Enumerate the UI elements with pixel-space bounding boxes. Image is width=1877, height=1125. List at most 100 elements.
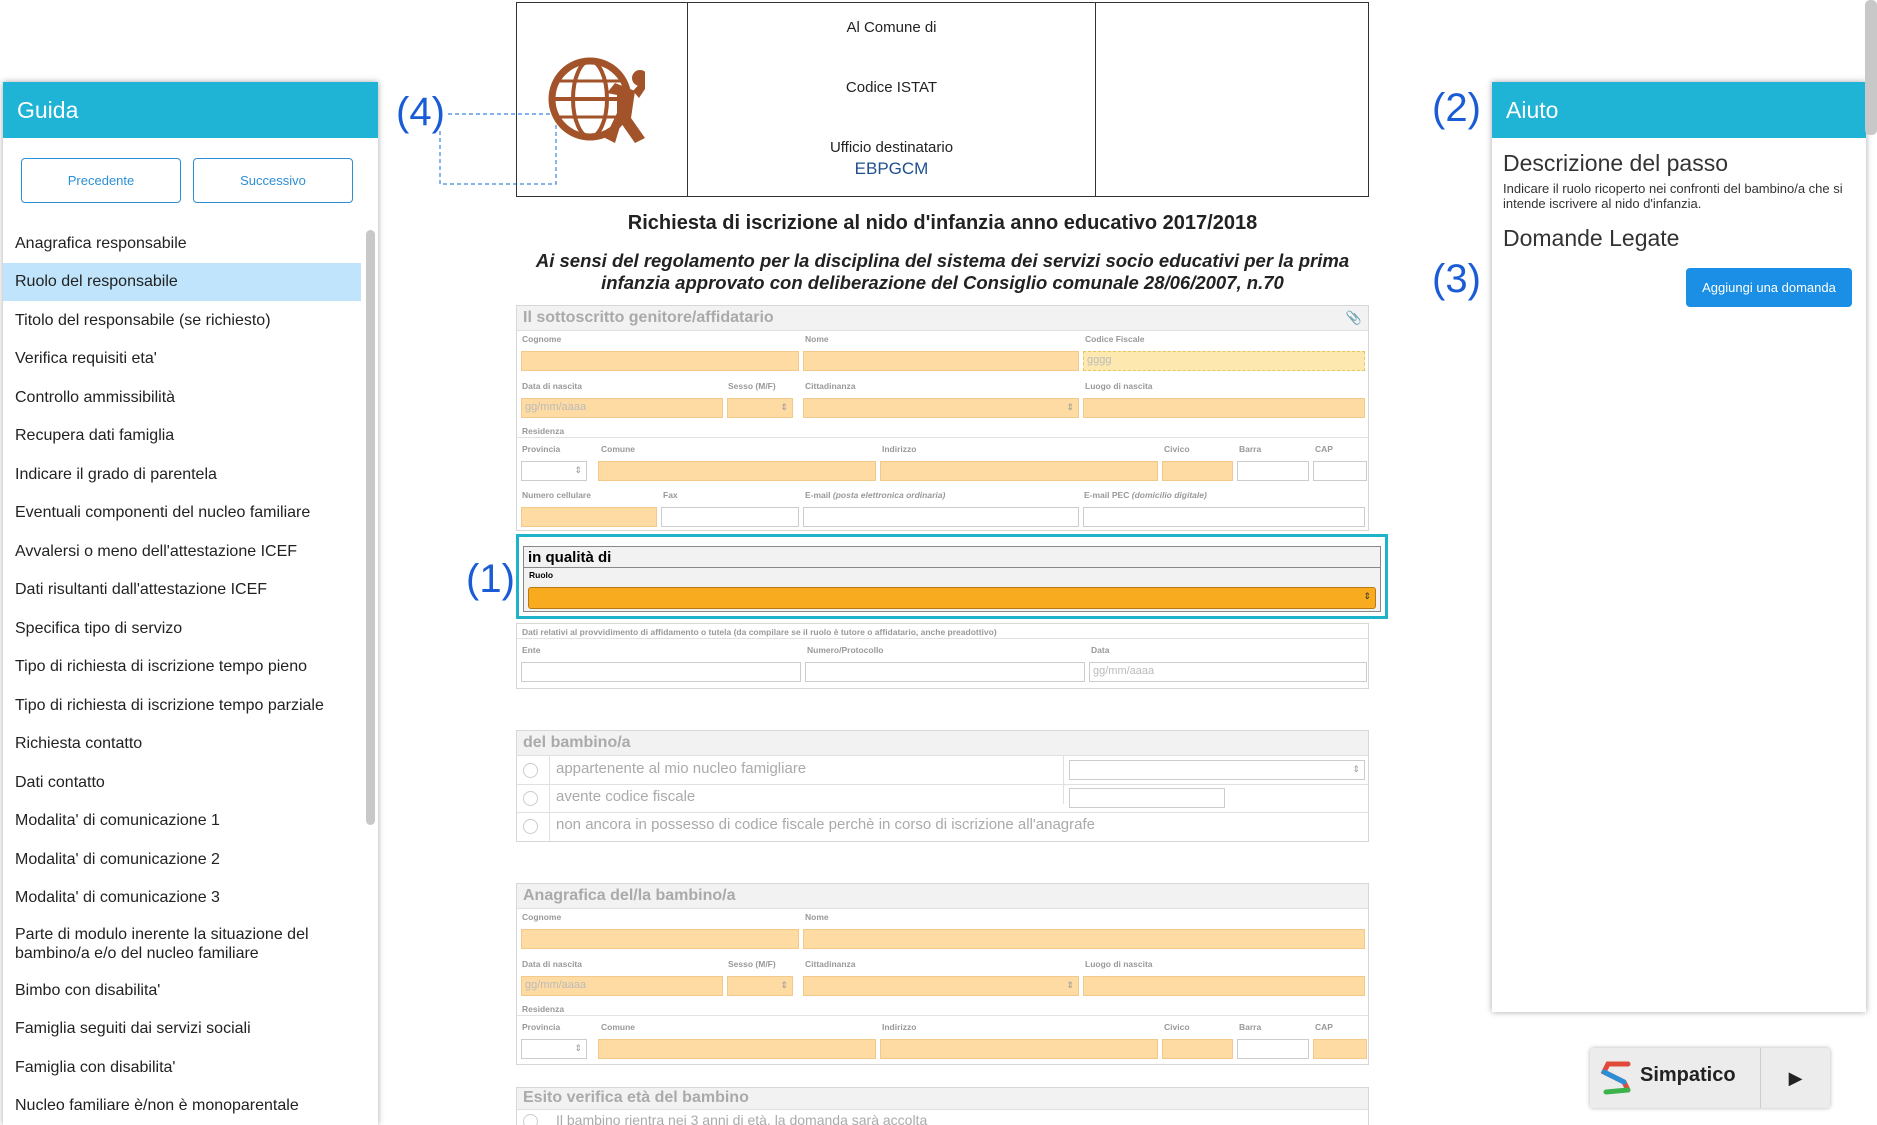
- label-comune: Comune: [601, 1022, 635, 1032]
- label-civico: Civico: [1164, 444, 1190, 454]
- ente-input[interactable]: [521, 662, 801, 682]
- comune-input[interactable]: [598, 461, 876, 481]
- marker-2: (2): [1432, 86, 1481, 130]
- guida-panel: Guida Precedente Successivo Anagrafica r…: [3, 82, 378, 1125]
- child-indirizzo-input[interactable]: [880, 1039, 1158, 1059]
- provincia-select[interactable]: ⇕: [521, 461, 587, 481]
- child-provincia-select[interactable]: ⇕: [521, 1039, 587, 1059]
- cf-input[interactable]: gggg: [1083, 351, 1365, 371]
- step-item[interactable]: Famiglia seguiti dai servizi sociali: [3, 1010, 363, 1049]
- step-item[interactable]: Nucleo familiare è/non è monoparentale: [3, 1087, 363, 1125]
- step-item[interactable]: Modalita' di comunicazione 1: [3, 802, 363, 841]
- step-item[interactable]: Bimbo con disabilita': [3, 971, 363, 1010]
- cap-input[interactable]: [1313, 461, 1367, 481]
- data-input[interactable]: gg/mm/aaaa: [1089, 662, 1367, 682]
- nome-input[interactable]: [803, 351, 1079, 371]
- child-cittadinanza-select[interactable]: ⇕: [803, 976, 1079, 996]
- step-item[interactable]: Dati contatto: [3, 763, 363, 802]
- cognome-input[interactable]: [521, 351, 799, 371]
- email-input[interactable]: [803, 507, 1079, 527]
- label-ente: Ente: [522, 645, 541, 655]
- barra-input[interactable]: [1237, 461, 1309, 481]
- radio-nucleo[interactable]: [523, 763, 538, 778]
- logo-cell: [517, 3, 688, 196]
- step-item[interactable]: Modalita' di comunicazione 3: [3, 879, 363, 918]
- cittadinanza-select[interactable]: ⇕: [803, 398, 1079, 418]
- step-item[interactable]: Eventuali componenti del nucleo familiar…: [3, 494, 363, 533]
- radio-esito[interactable]: [523, 1114, 538, 1125]
- cellulare-input[interactable]: [521, 507, 657, 527]
- ruolo-select[interactable]: ⇕: [528, 587, 1376, 609]
- marker-1: (1): [466, 557, 515, 601]
- radio-no-codice[interactable]: [523, 819, 538, 834]
- ruolo-highlight: in qualità di Ruolo ⇕: [516, 534, 1388, 619]
- child-cap-input[interactable]: [1313, 1039, 1367, 1059]
- section-title: Esito verifica età del bambino: [517, 1088, 1368, 1110]
- label-fax: Fax: [663, 490, 678, 500]
- codice-fiscale-input[interactable]: [1069, 788, 1225, 808]
- step-item-active[interactable]: Ruolo del responsabile: [3, 262, 361, 301]
- label-cap: CAP: [1315, 1022, 1333, 1032]
- civico-input[interactable]: [1162, 461, 1233, 481]
- ruolo-section: in qualità di Ruolo ⇕: [523, 546, 1381, 612]
- option-no-codice: non ancora in possesso di codice fiscale…: [556, 816, 1095, 833]
- child-nome-input[interactable]: [803, 929, 1365, 949]
- label-cap: CAP: [1315, 444, 1333, 454]
- previous-button[interactable]: Precedente: [21, 158, 181, 203]
- step-item[interactable]: Dati risultanti dall'attestazione ICEF: [3, 571, 363, 610]
- step-item[interactable]: Controllo ammissibilità: [3, 378, 363, 417]
- step-item[interactable]: Specifica tipo di servizo: [3, 609, 363, 648]
- radio-codice-fiscale[interactable]: [523, 791, 538, 806]
- child-luogo-nascita-input[interactable]: [1083, 976, 1365, 996]
- step-item[interactable]: Tipo di richiesta di iscrizione tempo pi…: [3, 648, 363, 687]
- office-code: EBPGCM: [854, 159, 929, 178]
- child-civico-input[interactable]: [1162, 1039, 1233, 1059]
- label-sesso: Sesso (M/F): [728, 959, 776, 969]
- numero-input[interactable]: [805, 662, 1085, 682]
- label-luogo-nascita: Luogo di nascita: [1085, 959, 1153, 969]
- step-item[interactable]: Indicare il grado di parentela: [3, 455, 363, 494]
- step-item[interactable]: Tipo di richiesta di iscrizione tempo pa…: [3, 686, 363, 725]
- option-codice-fiscale: avente codice fiscale: [556, 788, 696, 805]
- child-sesso-select[interactable]: ⇕: [727, 976, 793, 996]
- step-item[interactable]: Avvalersi o meno dell'attestazione ICEF: [3, 532, 363, 571]
- page-scrollbar[interactable]: [1865, 0, 1877, 135]
- step-item[interactable]: Verifica requisiti eta': [3, 340, 363, 379]
- nucleo-select[interactable]: ⇕: [1069, 760, 1365, 780]
- step-item[interactable]: Richiesta contatto: [3, 725, 363, 764]
- aiuto-panel: Aiuto Descrizione del passo Indicare il …: [1492, 82, 1866, 1012]
- sesso-select[interactable]: ⇕: [727, 398, 793, 418]
- add-question-button[interactable]: Aggiungi una domanda: [1686, 268, 1852, 307]
- pec-input[interactable]: [1083, 507, 1365, 527]
- indirizzo-input[interactable]: [880, 461, 1158, 481]
- child-data-nascita-input[interactable]: gg/mm/aaaa: [521, 976, 723, 996]
- label-cognome: Cognome: [522, 912, 562, 922]
- guida-title: Guida: [3, 82, 378, 138]
- label-cittadinanza: Cittadinanza: [805, 959, 856, 969]
- play-icon[interactable]: ▶: [1760, 1048, 1830, 1108]
- step-description-title: Descrizione del passo: [1503, 150, 1729, 176]
- step-item[interactable]: Titolo del responsabile (se richiesto): [3, 301, 363, 340]
- label-cognome: Cognome: [522, 334, 562, 344]
- child-comune-input[interactable]: [598, 1039, 876, 1059]
- luogo-nascita-input[interactable]: [1083, 398, 1365, 418]
- fax-input[interactable]: [661, 507, 799, 527]
- section-title: Il sottoscritto genitore/affidatario: [517, 306, 1368, 331]
- step-item[interactable]: Anagrafica responsabile: [3, 224, 363, 263]
- label-nome: Nome: [805, 912, 829, 922]
- child-cognome-input[interactable]: [521, 929, 799, 949]
- child-barra-input[interactable]: [1237, 1039, 1309, 1059]
- section-title: del bambino/a: [517, 731, 1368, 756]
- step-item[interactable]: Modalita' di comunicazione 2: [3, 840, 363, 879]
- next-button[interactable]: Successivo: [193, 158, 353, 203]
- step-item[interactable]: Parte di modulo inerente la situazione d…: [3, 917, 363, 971]
- guide-steps-list: Anagrafica responsabile Ruolo del respon…: [3, 224, 363, 1125]
- step-item[interactable]: Recupera dati famiglia: [3, 417, 363, 456]
- guida-scrollbar[interactable]: [366, 230, 375, 825]
- ruolo-title: in qualità di: [524, 547, 1380, 568]
- attach-icon[interactable]: 📎: [1346, 310, 1362, 326]
- simpatico-widget[interactable]: Simpatico ▶: [1590, 1048, 1830, 1108]
- step-item[interactable]: Famiglia con disabilita': [3, 1048, 363, 1087]
- aiuto-title: Aiuto: [1492, 82, 1866, 138]
- data-nascita-input[interactable]: gg/mm/aaaa: [521, 398, 723, 418]
